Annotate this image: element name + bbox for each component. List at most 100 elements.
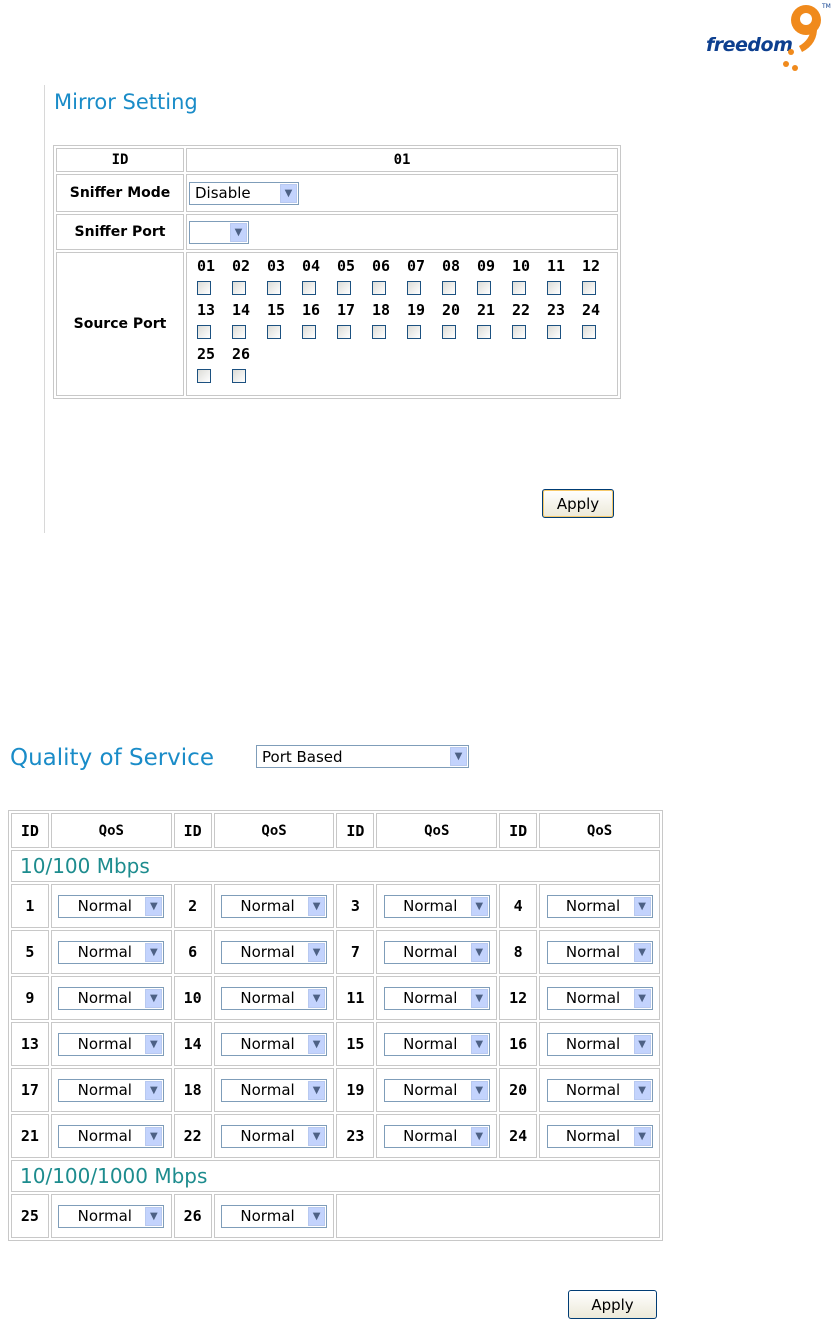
qos-select-value: Normal <box>77 1081 132 1099</box>
qos-select-value: Normal <box>565 989 621 1007</box>
source-port-checkbox[interactable] <box>547 325 561 339</box>
source-port-checkbox[interactable] <box>442 325 456 339</box>
qos-select[interactable]: Normal ▼ <box>546 1032 653 1056</box>
qos-select-cell: Normal ▼ <box>539 884 660 928</box>
source-port-checkbox[interactable] <box>407 281 421 295</box>
source-port-number: 24 <box>582 301 601 319</box>
port-id: 16 <box>499 1022 538 1066</box>
source-port-checkbox[interactable] <box>197 325 211 339</box>
source-port-checkbox[interactable] <box>512 325 526 339</box>
qos-apply-button[interactable]: Apply <box>568 1290 657 1319</box>
qos-select[interactable]: Normal ▼ <box>546 894 653 918</box>
source-port-checkbox[interactable] <box>512 281 526 295</box>
qos-select-value: Normal <box>565 1081 621 1099</box>
source-port-checkbox[interactable] <box>372 281 386 295</box>
source-port-checkbox[interactable] <box>372 325 386 339</box>
qos-select[interactable]: Normal ▼ <box>546 1124 653 1148</box>
chevron-down-icon: ▼ <box>308 1206 326 1226</box>
source-port-checkbox[interactable] <box>477 325 491 339</box>
section-gig-label: 10/100/1000 Mbps <box>11 1160 660 1192</box>
source-port-checkbox[interactable] <box>197 281 211 295</box>
port-id: 21 <box>11 1114 49 1158</box>
source-port-checkbox[interactable] <box>547 281 561 295</box>
source-port-number: 26 <box>232 345 251 363</box>
chevron-down-icon: ▼ <box>470 1034 488 1054</box>
qos-select-value: Normal <box>77 1207 132 1225</box>
chevron-down-icon: ▼ <box>308 942 326 962</box>
qos-select[interactable]: Normal ▼ <box>58 986 165 1010</box>
qos-select[interactable]: Normal ▼ <box>58 1078 165 1102</box>
qos-select-value: Normal <box>240 1081 295 1099</box>
port-id: 19 <box>336 1068 375 1112</box>
panel-divider <box>44 85 45 533</box>
qos-mode-select[interactable]: Port Based ▼ <box>256 745 469 768</box>
source-port-number: 07 <box>407 257 426 275</box>
qos-select-cell: Normal ▼ <box>376 884 498 928</box>
source-port-checkbox[interactable] <box>477 281 491 295</box>
qos-select-value: Normal <box>77 989 132 1007</box>
qos-select[interactable]: Normal ▼ <box>221 894 328 918</box>
qos-select[interactable]: Normal ▼ <box>221 1078 328 1102</box>
qos-select[interactable]: Normal ▼ <box>221 986 328 1010</box>
qos-select[interactable]: Normal ▼ <box>383 986 490 1010</box>
qos-select[interactable]: Normal ▼ <box>383 940 490 964</box>
table-row: 1 Normal ▼ 2 Normal ▼ 3 Normal ▼ 4 Normal ▼ <box>11 884 660 928</box>
table-row: 17 Normal ▼ 18 Normal ▼ 19 Normal ▼ 20 Normal ▼ <box>11 1068 660 1112</box>
chevron-down-icon: ▼ <box>470 988 488 1008</box>
qos-select-cell: Normal ▼ <box>213 1068 335 1112</box>
chevron-down-icon: ▼ <box>308 988 326 1008</box>
source-port-checkbox[interactable] <box>267 281 281 295</box>
source-port-checkbox[interactable] <box>197 369 211 383</box>
qos-select[interactable]: Normal ▼ <box>546 1078 653 1102</box>
source-port-number: 10 <box>512 257 531 275</box>
chevron-down-icon: ▼ <box>145 988 163 1008</box>
port-id: 11 <box>336 976 375 1020</box>
source-port-checkbox[interactable] <box>337 325 351 339</box>
port-id: 4 <box>499 884 538 928</box>
source-port-number: 08 <box>442 257 461 275</box>
qos-select[interactable]: Normal ▼ <box>383 1124 490 1148</box>
qos-select[interactable]: Normal ▼ <box>383 1032 490 1056</box>
sniffer-port-select[interactable]: ▼ <box>189 220 249 244</box>
source-port-checkbox[interactable] <box>302 281 316 295</box>
qos-select[interactable]: Normal ▼ <box>221 1032 328 1056</box>
port-id: 26 <box>173 1194 212 1238</box>
qos-select[interactable]: Normal ▼ <box>383 894 490 918</box>
chevron-down-icon: ▼ <box>308 1034 326 1054</box>
qos-select[interactable]: Normal ▼ <box>58 1032 165 1056</box>
qos-select-cell: Normal ▼ <box>376 976 498 1020</box>
source-port-checkbox[interactable] <box>582 281 596 295</box>
qos-select-value: Normal <box>403 989 458 1007</box>
sniffer-mode-label: Sniffer Mode <box>56 174 184 212</box>
source-port-checkbox[interactable] <box>582 325 596 339</box>
qos-select[interactable]: Normal ▼ <box>58 940 165 964</box>
source-port-checkbox-row <box>197 275 617 301</box>
source-port-checkbox[interactable] <box>337 281 351 295</box>
source-port-checkbox[interactable] <box>232 369 246 383</box>
qos-select[interactable]: Normal ▼ <box>546 986 653 1010</box>
qos-select[interactable]: Normal ▼ <box>221 940 328 964</box>
qos-select[interactable]: Normal ▼ <box>221 1204 328 1228</box>
source-port-checkbox[interactable] <box>442 281 456 295</box>
qos-select-cell: Normal ▼ <box>50 976 172 1020</box>
qos-select-cell: Normal ▼ <box>539 930 660 974</box>
qos-select[interactable]: Normal ▼ <box>58 1124 165 1148</box>
qos-select[interactable]: Normal ▼ <box>221 1124 328 1148</box>
source-port-checkbox[interactable] <box>267 325 281 339</box>
chevron-down-icon: ▼ <box>470 1080 488 1100</box>
chevron-down-icon: ▼ <box>470 896 488 916</box>
chevron-down-icon: ▼ <box>280 183 297 203</box>
mirror-apply-button[interactable]: Apply <box>542 489 614 518</box>
qos-select[interactable]: Normal ▼ <box>383 1078 490 1102</box>
source-port-number: 12 <box>582 257 601 275</box>
source-port-checkbox[interactable] <box>407 325 421 339</box>
qos-header-row: ID QoS ID QoS ID QoS ID QoS <box>11 813 660 848</box>
qos-select[interactable]: Normal ▼ <box>58 894 165 918</box>
qos-select-cell: Normal ▼ <box>213 930 335 974</box>
source-port-checkbox[interactable] <box>302 325 316 339</box>
qos-select[interactable]: Normal ▼ <box>58 1204 165 1228</box>
source-port-checkbox[interactable] <box>232 325 246 339</box>
qos-select[interactable]: Normal ▼ <box>546 940 653 964</box>
source-port-checkbox[interactable] <box>232 281 246 295</box>
sniffer-mode-select[interactable]: Disable ▼ <box>189 181 299 205</box>
